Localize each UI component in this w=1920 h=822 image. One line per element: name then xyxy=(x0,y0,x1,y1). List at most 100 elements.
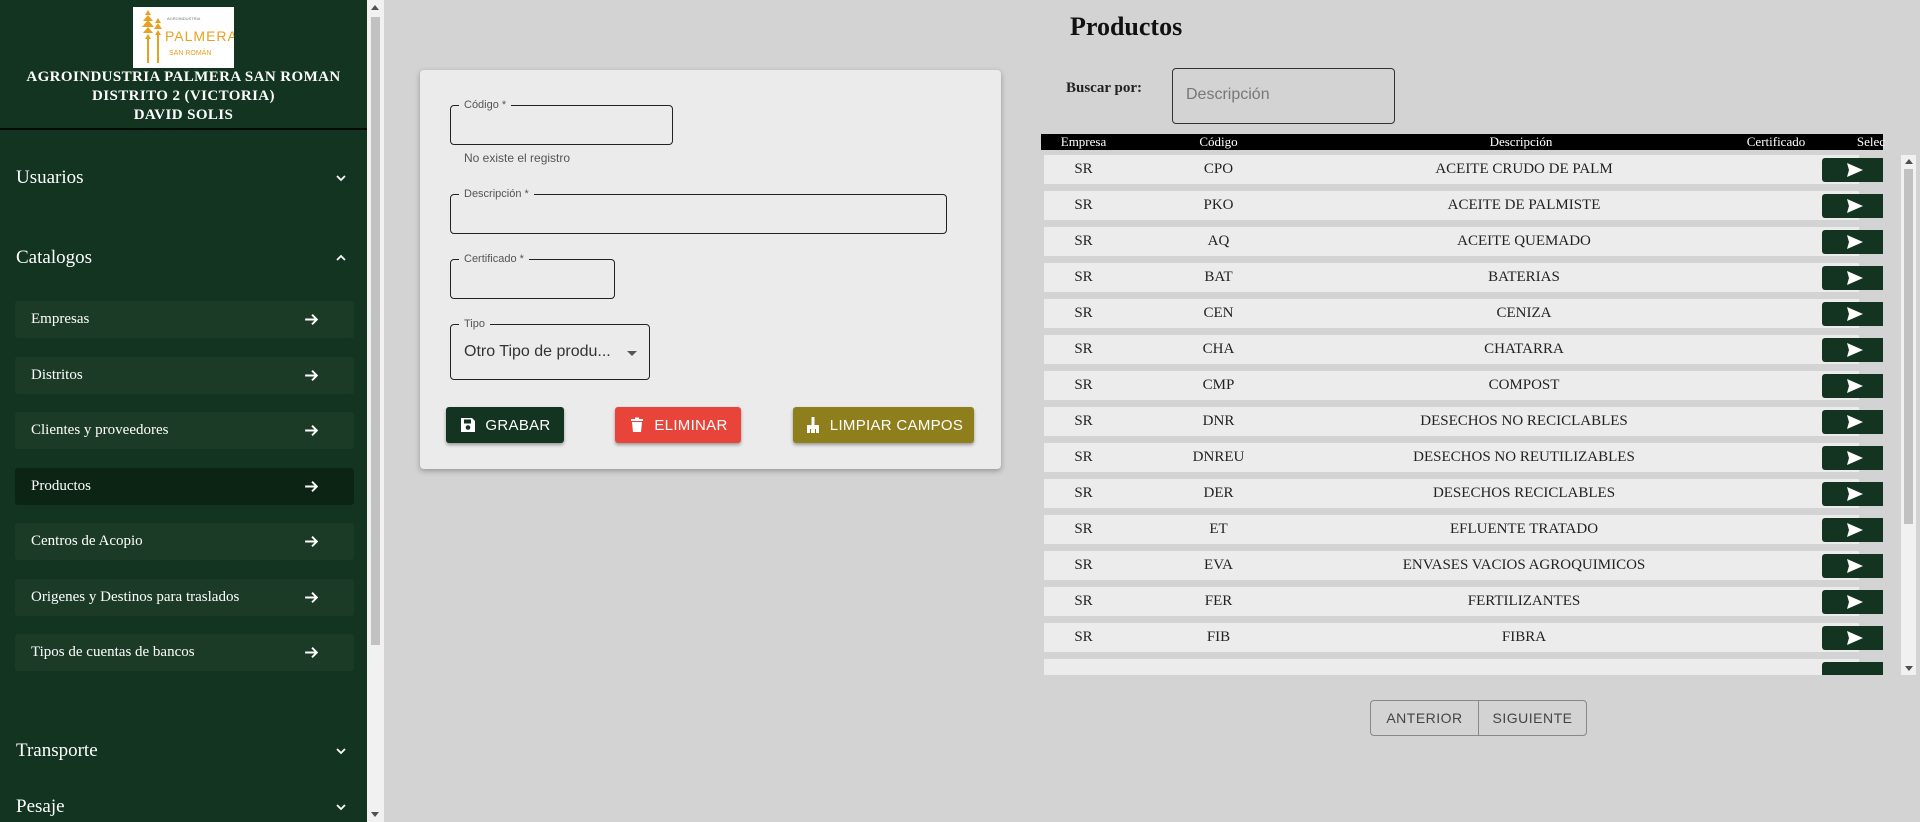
send-icon xyxy=(1846,523,1863,537)
table-header: Empresa Código Descripción Certificado S… xyxy=(1041,134,1885,150)
table-row: SR DNR DESECHOS NO RECICLABLES xyxy=(1044,407,1883,436)
palm-logo-icon: AGROINDUSTRIA PALMERA SAN ROMÁN xyxy=(142,10,234,63)
cell-empresa: SR xyxy=(1074,593,1093,609)
descripcion-field[interactable]: Descripción * xyxy=(450,187,947,234)
table-row: SR DER DESECHOS RECICLABLES xyxy=(1044,479,1883,508)
search-input[interactable] xyxy=(1186,86,1381,104)
sidebar-item-empresas[interactable]: Empresas xyxy=(15,301,354,338)
sidebar-item-tipos-cuentas-bancos[interactable]: Tipos de cuentas de bancos xyxy=(15,634,354,671)
sidebar-item-clientes-proveedores[interactable]: Clientes y proveedores xyxy=(15,412,354,449)
section-label: Pesaje xyxy=(16,796,65,817)
cell-empresa: SR xyxy=(1074,197,1093,213)
pagination: ANTERIOR SIGUIENTE xyxy=(1370,700,1587,736)
select-row-button[interactable] xyxy=(1822,374,1883,398)
codigo-field[interactable]: Código * xyxy=(450,98,673,145)
tipo-select[interactable]: Tipo Otro Tipo de produ... xyxy=(450,317,650,380)
select-row-button[interactable] xyxy=(1822,446,1883,470)
save-icon xyxy=(461,418,476,432)
select-row-button[interactable] xyxy=(1822,194,1883,218)
select-row-button[interactable] xyxy=(1822,410,1883,434)
table-row: SR PKO ACEITE DE PALMISTE xyxy=(1044,191,1883,220)
select-row-button[interactable] xyxy=(1822,230,1883,254)
sidebar-item-centros-acopio[interactable]: Centros de Acopio xyxy=(15,523,354,560)
table-row: SR EVA ENVASES VACIOS AGROQUIMICOS xyxy=(1044,551,1883,580)
scroll-down-icon[interactable] xyxy=(371,812,379,817)
send-icon xyxy=(1846,595,1863,609)
chevron-up-icon xyxy=(336,254,346,261)
scrollbar-thumb[interactable] xyxy=(1904,169,1913,524)
table-row: SR ET EFLUENTE TRATADO xyxy=(1044,515,1883,544)
cell-codigo: AQ xyxy=(1207,233,1230,249)
tipo-value: Otro Tipo de produ... xyxy=(464,343,611,360)
select-row-button[interactable] xyxy=(1822,482,1883,506)
sidebar-section-pesaje[interactable]: Pesaje xyxy=(0,787,367,822)
send-icon xyxy=(1846,559,1863,573)
search-field[interactable] xyxy=(1172,68,1395,124)
sidebar-item-distritos[interactable]: Distritos xyxy=(15,357,354,394)
cell-empresa: SR xyxy=(1074,305,1093,321)
save-button[interactable]: GRABAR xyxy=(446,407,564,443)
table-scrollbar[interactable] xyxy=(1901,155,1916,675)
scroll-up-icon[interactable] xyxy=(371,5,379,10)
previous-page-button[interactable]: ANTERIOR xyxy=(1371,701,1479,735)
cell-empresa: SR xyxy=(1074,629,1093,645)
sidebar-section-transporte[interactable]: Transporte xyxy=(0,731,367,771)
certificado-field[interactable]: Certificado * xyxy=(450,252,615,299)
clear-fields-button[interactable]: LIMPIAR CAMPOS xyxy=(793,407,974,443)
section-label: Catalogos xyxy=(16,247,92,268)
cell-codigo: DNR xyxy=(1202,413,1235,429)
sidebar-item-label: Empresas xyxy=(31,311,90,327)
cell-codigo: CEN xyxy=(1203,305,1234,321)
company-logo: AGROINDUSTRIA PALMERA SAN ROMÁN xyxy=(133,7,234,68)
cell-descripcion: DESECHOS NO REUTILIZABLES xyxy=(1413,449,1635,465)
sidebar-item-productos[interactable]: Productos xyxy=(15,468,354,505)
table-row: SR CPO ACEITE CRUDO DE PALM xyxy=(1044,155,1883,184)
cell-empresa: SR xyxy=(1074,413,1093,429)
delete-button-label: ELIMINAR xyxy=(654,416,728,434)
scroll-up-icon[interactable] xyxy=(1905,159,1913,164)
sidebar: AGROINDUSTRIA PALMERA SAN ROMÁN AGROINDU… xyxy=(0,0,367,822)
select-row-button[interactable] xyxy=(1822,626,1883,650)
chevron-down-icon xyxy=(336,804,346,811)
cell-codigo: ET xyxy=(1209,521,1228,537)
next-page-button[interactable]: SIGUIENTE xyxy=(1479,701,1586,735)
sidebar-section-usuarios[interactable]: Usuarios xyxy=(0,158,367,198)
cell-descripcion: ENVASES VACIOS AGROQUIMICOS xyxy=(1402,557,1646,573)
send-icon xyxy=(1846,199,1863,213)
select-row-button[interactable] xyxy=(1822,590,1883,614)
svg-text:AGROINDUSTRIA: AGROINDUSTRIA xyxy=(167,16,201,21)
column-header-selec: Selec xyxy=(1856,134,1886,149)
arrow-right-icon xyxy=(305,481,319,492)
cell-descripcion: COMPOST xyxy=(1488,377,1560,393)
select-row-button[interactable] xyxy=(1822,662,1883,675)
select-row-button[interactable] xyxy=(1822,302,1883,326)
trash-icon xyxy=(631,417,644,432)
user-name: DAVID SOLIS xyxy=(133,107,234,123)
table-row-partial xyxy=(1044,659,1883,675)
cell-empresa: SR xyxy=(1074,521,1093,537)
cell-descripcion: ACEITE CRUDO DE PALM xyxy=(1435,161,1613,177)
broom-icon xyxy=(806,417,819,433)
cell-descripcion: FIBRA xyxy=(1501,629,1547,645)
send-icon xyxy=(1846,487,1863,501)
sidebar-item-label: Tipos de cuentas de bancos xyxy=(31,644,195,660)
scroll-down-icon[interactable] xyxy=(1905,666,1913,671)
select-row-button[interactable] xyxy=(1822,518,1883,542)
select-row-button[interactable] xyxy=(1822,158,1883,182)
clear-fields-button-label: LIMPIAR CAMPOS xyxy=(829,416,964,434)
scrollbar-thumb[interactable] xyxy=(371,17,380,645)
table-row: SR FIB FIBRA xyxy=(1044,623,1883,652)
sidebar-item-origenes-destinos[interactable]: Origenes y Destinos para traslados xyxy=(15,579,354,616)
sidebar-item-label: Origenes y Destinos para traslados xyxy=(31,589,240,605)
cell-empresa: SR xyxy=(1074,377,1093,393)
page-title: Productos xyxy=(1070,12,1183,41)
select-row-button[interactable] xyxy=(1822,338,1883,362)
select-row-button[interactable] xyxy=(1822,554,1883,578)
sidebar-section-catalogos[interactable]: Catalogos xyxy=(0,238,367,278)
select-row-button[interactable] xyxy=(1822,266,1883,290)
cell-empresa: SR xyxy=(1074,557,1093,573)
cell-codigo: FER xyxy=(1204,593,1233,609)
sidebar-item-label: Centros de Acopio xyxy=(31,533,143,549)
delete-button[interactable]: ELIMINAR xyxy=(615,407,741,443)
sidebar-scrollbar[interactable] xyxy=(367,0,384,822)
